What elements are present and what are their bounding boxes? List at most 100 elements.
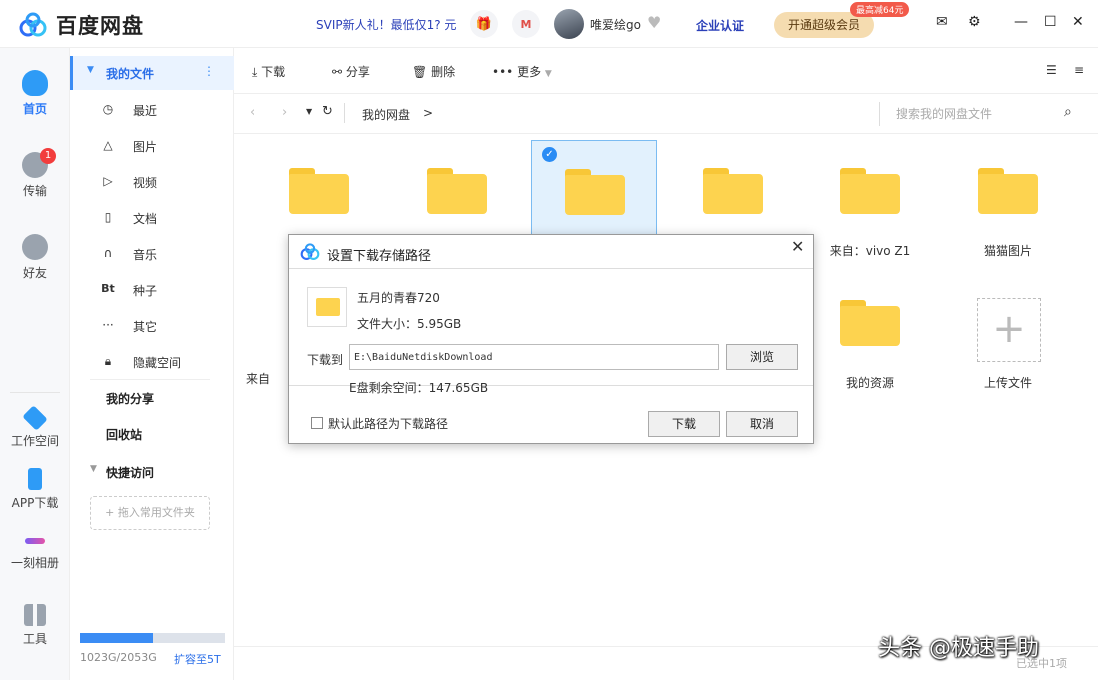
caret-down-icon[interactable]: ▼: [90, 464, 97, 474]
dialog-title: 设置下载存储路径: [327, 249, 432, 264]
storage-quota-text: 1023G/2053G: [80, 651, 157, 664]
forward-arrow-icon[interactable]: ›: [282, 105, 287, 120]
username[interactable]: 唯爱绘go: [590, 16, 641, 33]
nav-app-download-label: APP下载: [11, 496, 59, 510]
mail-icon[interactable]: ✉: [936, 14, 948, 30]
document-icon: ▯: [104, 210, 112, 224]
nav-workspace[interactable]: 工作空间: [0, 405, 70, 449]
folder-tile[interactable]: 猫猫图片: [945, 140, 1071, 260]
caret-down-icon: ▼: [87, 65, 94, 75]
chevron-down-icon: ▼: [544, 69, 552, 79]
nav-transfer-label: 传输: [22, 184, 47, 198]
expand-storage-link[interactable]: 扩容至5T: [174, 651, 221, 667]
sidebar-item-label: 种子: [133, 284, 158, 298]
sidebar-item-label: 文档: [133, 212, 158, 226]
search-input[interactable]: 搜索我的网盘文件: [879, 102, 1089, 126]
nav-friends[interactable]: 好友: [0, 234, 70, 281]
nav-tools[interactable]: 工具: [0, 604, 70, 647]
lock-icon: 🔒︎: [104, 354, 112, 368]
ai-assistant-icon[interactable]: M: [512, 10, 540, 38]
upload-label: 上传文件: [983, 376, 1032, 390]
browse-button[interactable]: 浏览: [726, 344, 798, 370]
more-button[interactable]: ••• 更多 ▼: [492, 63, 552, 80]
download-button[interactable]: ⤓ 下载: [252, 63, 285, 80]
sidebar-recycle-bin[interactable]: 回收站: [106, 426, 142, 443]
cancel-button[interactable]: 取消: [726, 411, 798, 437]
maximize-button[interactable]: ☐: [1044, 14, 1057, 30]
sidebar-item-music[interactable]: ∩ 音乐: [104, 246, 157, 263]
plus-icon: +: [977, 298, 1041, 362]
folder-label: 来自：vivo Z1: [829, 244, 911, 258]
folder-icon: [978, 168, 1038, 214]
sort-icon[interactable]: ☰: [1046, 63, 1057, 77]
file-thumbnail: [307, 287, 347, 327]
default-path-checkbox[interactable]: [311, 417, 323, 429]
folder-icon: [316, 298, 340, 316]
search-icon[interactable]: ⌕: [1064, 104, 1072, 120]
gift-icon[interactable]: 🎁: [470, 10, 498, 38]
folder-label: 猫猫图片: [983, 244, 1032, 258]
share-icon: ⚯: [332, 65, 343, 79]
breadcrumb-separator: >: [423, 106, 434, 120]
minimize-button[interactable]: —: [1014, 14, 1028, 30]
sidebar-my-share[interactable]: 我的分享: [106, 390, 154, 407]
play-icon: ▷: [103, 174, 113, 188]
nav-app-download[interactable]: APP下载: [0, 468, 70, 511]
baidu-cloud-logo-icon: [19, 12, 47, 37]
sidebar-quick-access[interactable]: 快捷访问: [106, 464, 154, 481]
sidebar-item-hidden[interactable]: 🔒︎ 隐藏空间: [104, 354, 181, 371]
left-nav: 首页 1 传输 好友 工作空间 APP下载 一刻相册 工具: [0, 48, 70, 680]
nav-friends-label: 好友: [22, 266, 47, 280]
more-label: 更多: [517, 65, 542, 79]
folder-icon: [703, 168, 763, 214]
sidebar: ▼ 我的文件 ⋮ ◷ 最近 △ 图片 ▷ 视频 ▯ 文档 ∩ 音乐 Bt 种子 ··· 其它 …: [70, 48, 234, 680]
svip-promo-link[interactable]: SVIP新人礼！最低仅1? 元: [316, 16, 456, 33]
sidebar-item-videos[interactable]: ▷ 视频: [103, 174, 158, 191]
sidebar-item-label: 音乐: [133, 248, 158, 262]
sidebar-item-torrent[interactable]: Bt 种子: [101, 282, 158, 299]
file-name: 五月的青春720: [357, 291, 440, 305]
toolbar: ⤓ 下载 ⚯ 分享 🗑︎ 删除 ••• 更多 ▼ ☰ ≡: [234, 48, 1098, 94]
upload-file-tile[interactable]: + 上传文件: [945, 272, 1071, 392]
sidebar-item-label: 视频: [133, 176, 158, 190]
nav-home[interactable]: 首页: [0, 70, 70, 117]
close-window-button[interactable]: ✕: [1072, 14, 1084, 30]
folder-tile[interactable]: 我的资源: [807, 272, 933, 392]
nav-album[interactable]: 一刻相册: [0, 532, 70, 571]
trash-icon: 🗑︎: [412, 65, 428, 79]
baidu-cloud-logo-icon: [300, 243, 320, 260]
refresh-icon[interactable]: ↻: [322, 104, 333, 119]
avatar[interactable]: [554, 9, 584, 39]
dialog-close-icon[interactable]: ✕: [791, 237, 804, 256]
sidebar-item-images[interactable]: △ 图片: [103, 138, 157, 155]
settings-gear-icon[interactable]: ⚙: [968, 14, 981, 30]
enterprise-auth-link[interactable]: 企业认证: [696, 17, 744, 34]
download-path-input[interactable]: [349, 344, 719, 370]
download-icon: ⤓: [252, 65, 258, 79]
sidebar-divider: [90, 379, 210, 380]
more-vertical-icon[interactable]: ⋮: [203, 64, 215, 78]
back-arrow-icon[interactable]: ‹: [250, 105, 255, 120]
share-label: 分享: [345, 65, 370, 79]
delete-button[interactable]: 🗑︎ 删除: [412, 63, 455, 80]
nav-transfer[interactable]: 1 传输: [0, 148, 70, 199]
share-button[interactable]: ⚯ 分享: [332, 63, 370, 80]
clock-icon: ◷: [102, 102, 114, 116]
sidebar-item-label: 其它: [133, 320, 158, 334]
sidebar-item-recent[interactable]: ◷ 最近: [103, 102, 157, 119]
history-dropdown-icon[interactable]: ▼: [306, 107, 312, 116]
sidebar-item-docs[interactable]: ▯ 文档: [104, 210, 157, 227]
vip-diamond-icon[interactable]: ♥: [647, 13, 661, 32]
folder-label: 来自: [245, 372, 270, 386]
path-bar: ‹ › ▼ ↻ 我的网盘 > 搜索我的网盘文件 ⌕: [234, 94, 1098, 134]
default-path-label[interactable]: 默认此路径为下载路径: [328, 415, 448, 432]
folder-tile[interactable]: 来自：vivo Z1: [807, 140, 933, 260]
download-label: 下载: [261, 65, 286, 79]
sidebar-item-other[interactable]: ··· 其它: [102, 318, 158, 335]
view-mode-icon[interactable]: ≡: [1074, 63, 1084, 77]
sidebar-my-files[interactable]: ▼ 我的文件 ⋮: [70, 56, 234, 90]
drop-folder-zone[interactable]: + 拖入常用文件夹: [90, 496, 210, 530]
download-confirm-button[interactable]: 下载: [648, 411, 720, 437]
check-icon[interactable]: ✓: [542, 147, 557, 162]
breadcrumb[interactable]: 我的网盘: [362, 106, 410, 123]
